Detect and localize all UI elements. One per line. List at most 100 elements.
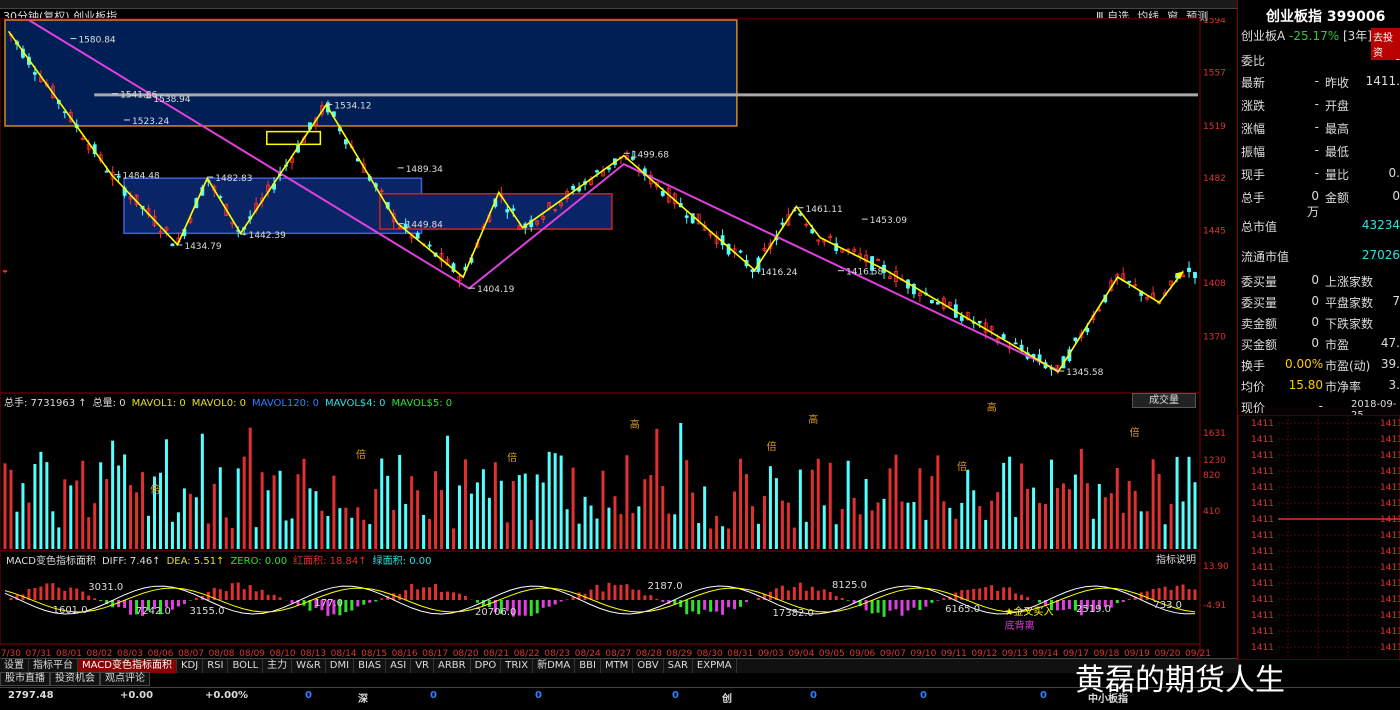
macd-bar bbox=[45, 583, 48, 600]
candle-body bbox=[936, 302, 939, 304]
price-label: 1416.24 bbox=[760, 268, 797, 278]
price-label: 1442.39 bbox=[249, 231, 286, 241]
macd-bar bbox=[1068, 600, 1071, 609]
volume-indicator-button[interactable]: 成交量 bbox=[1132, 393, 1196, 408]
macd-tag: ★金叉买入 bbox=[1005, 605, 1054, 618]
info-tab[interactable]: 观点评论 bbox=[100, 672, 150, 686]
indicator-tab[interactable]: BOLL bbox=[228, 659, 263, 673]
volume-bar bbox=[996, 492, 999, 549]
indicator-tab[interactable]: DMI bbox=[326, 659, 354, 673]
quote-value: - bbox=[1301, 166, 1319, 180]
price-label: 1484.48 bbox=[122, 172, 159, 182]
volume-bar bbox=[883, 499, 886, 549]
macd-bar bbox=[727, 600, 730, 607]
volume-bar bbox=[4, 463, 7, 549]
price-label: 1404.19 bbox=[477, 285, 514, 295]
volume-bar bbox=[416, 490, 419, 549]
volume-bar bbox=[757, 524, 760, 549]
indicator-tab[interactable]: SAR bbox=[664, 659, 693, 673]
macd-bar bbox=[619, 585, 622, 600]
volume-bar bbox=[625, 455, 628, 549]
volume-bar bbox=[900, 501, 903, 549]
indicator-tab[interactable]: BIAS bbox=[354, 659, 386, 673]
volume-bar bbox=[966, 470, 969, 549]
quote-number: 0. bbox=[1389, 166, 1400, 180]
info-tab[interactable]: 投资机会 bbox=[50, 672, 100, 686]
quote-label-2: 市盈 bbox=[1325, 336, 1349, 353]
indicator-tab[interactable]: W&R bbox=[292, 659, 326, 673]
macd-bar bbox=[183, 600, 186, 604]
macd-tick: 13.90 bbox=[1203, 562, 1229, 572]
volume-bar bbox=[81, 461, 84, 549]
macd-bar bbox=[9, 598, 12, 600]
volume-bar bbox=[865, 479, 868, 549]
indicator-tab[interactable]: 新DMA bbox=[533, 659, 575, 673]
indicator-tab[interactable]: OBV bbox=[633, 659, 663, 673]
macd-bar bbox=[93, 598, 96, 600]
macd-bar bbox=[189, 600, 192, 601]
quote-label-2: 金额 bbox=[1325, 189, 1349, 206]
mini-tick: 1411 bbox=[1380, 627, 1400, 637]
volume-bar bbox=[63, 479, 66, 549]
volume-bar bbox=[57, 527, 60, 549]
volume-label: 高 bbox=[630, 418, 640, 431]
volume-bar bbox=[596, 519, 599, 549]
volume-bar bbox=[1086, 483, 1089, 549]
volume-bar bbox=[721, 526, 724, 549]
info-tab[interactable]: 股市直播 bbox=[0, 672, 50, 686]
volume-bar bbox=[129, 485, 132, 549]
macd-bar bbox=[344, 600, 347, 612]
indicator-tabs: 设置指标平台MACD变色指标面积KDJRSIBOLL主力W&RDMIBIASAS… bbox=[0, 658, 1240, 673]
indicator-tab[interactable]: BBI bbox=[575, 659, 601, 673]
macd-bar bbox=[464, 596, 467, 600]
macd-bar bbox=[404, 590, 407, 600]
macd-bar bbox=[679, 600, 682, 607]
volume-bar bbox=[781, 501, 784, 549]
quote-value: - bbox=[1301, 97, 1319, 111]
price-label: 1482.83 bbox=[215, 174, 252, 184]
indicator-tab[interactable]: DPO bbox=[471, 659, 502, 673]
volume-bar bbox=[165, 439, 168, 549]
volume-bar bbox=[267, 490, 270, 549]
volume-bar bbox=[1104, 497, 1107, 549]
macd-bar bbox=[691, 600, 694, 611]
volume-bar bbox=[578, 524, 581, 549]
indicator-tab[interactable]: ASI bbox=[386, 659, 411, 673]
volume-bar bbox=[494, 462, 497, 549]
volume-bar bbox=[458, 485, 461, 549]
macd-bar bbox=[883, 600, 886, 617]
volume-bar bbox=[446, 436, 449, 549]
indicator-tab[interactable]: ARBR bbox=[434, 659, 471, 673]
volume-bar bbox=[261, 472, 264, 549]
indicator-tab[interactable]: MTM bbox=[601, 659, 633, 673]
volume-bar bbox=[811, 470, 814, 549]
indicator-tab[interactable]: 指标平台 bbox=[29, 659, 78, 673]
candle-body bbox=[512, 209, 515, 210]
indicator-tab[interactable]: MACD变色指标面积 bbox=[78, 659, 177, 673]
quote-label-2: 昨收 bbox=[1325, 74, 1349, 91]
mini-tick: 1411 bbox=[1380, 451, 1400, 461]
volume-bar bbox=[1158, 474, 1161, 549]
mini-tick: 1411 bbox=[1380, 515, 1400, 525]
volume-label: 高 bbox=[808, 413, 818, 426]
volume-label: 倍 bbox=[767, 440, 777, 453]
price-tick: 1482 bbox=[1203, 174, 1226, 184]
macd-bar bbox=[625, 584, 628, 600]
indicator-tab[interactable]: 主力 bbox=[263, 659, 292, 673]
mini-tick: 1411 bbox=[1251, 499, 1274, 509]
volume-bar bbox=[422, 515, 425, 549]
macd-bar bbox=[721, 600, 724, 615]
quote-value: - bbox=[1301, 120, 1319, 134]
quote-label-2: 市净率 bbox=[1325, 378, 1361, 395]
candle-body bbox=[811, 230, 814, 233]
indicator-tab[interactable]: 设置 bbox=[0, 659, 29, 673]
indicator-tab[interactable]: TRIX bbox=[501, 659, 533, 673]
candle-body bbox=[1086, 328, 1089, 331]
indicator-tab[interactable]: RSI bbox=[203, 659, 228, 673]
indicator-tab[interactable]: KDJ bbox=[177, 659, 203, 673]
macd-bar bbox=[362, 600, 365, 605]
indicator-tab[interactable]: EXPMA bbox=[693, 659, 737, 673]
volume-bar bbox=[1038, 503, 1041, 549]
indicator-tab[interactable]: VR bbox=[411, 659, 434, 673]
indicator-help-button[interactable]: 指标说明 bbox=[1156, 551, 1196, 566]
